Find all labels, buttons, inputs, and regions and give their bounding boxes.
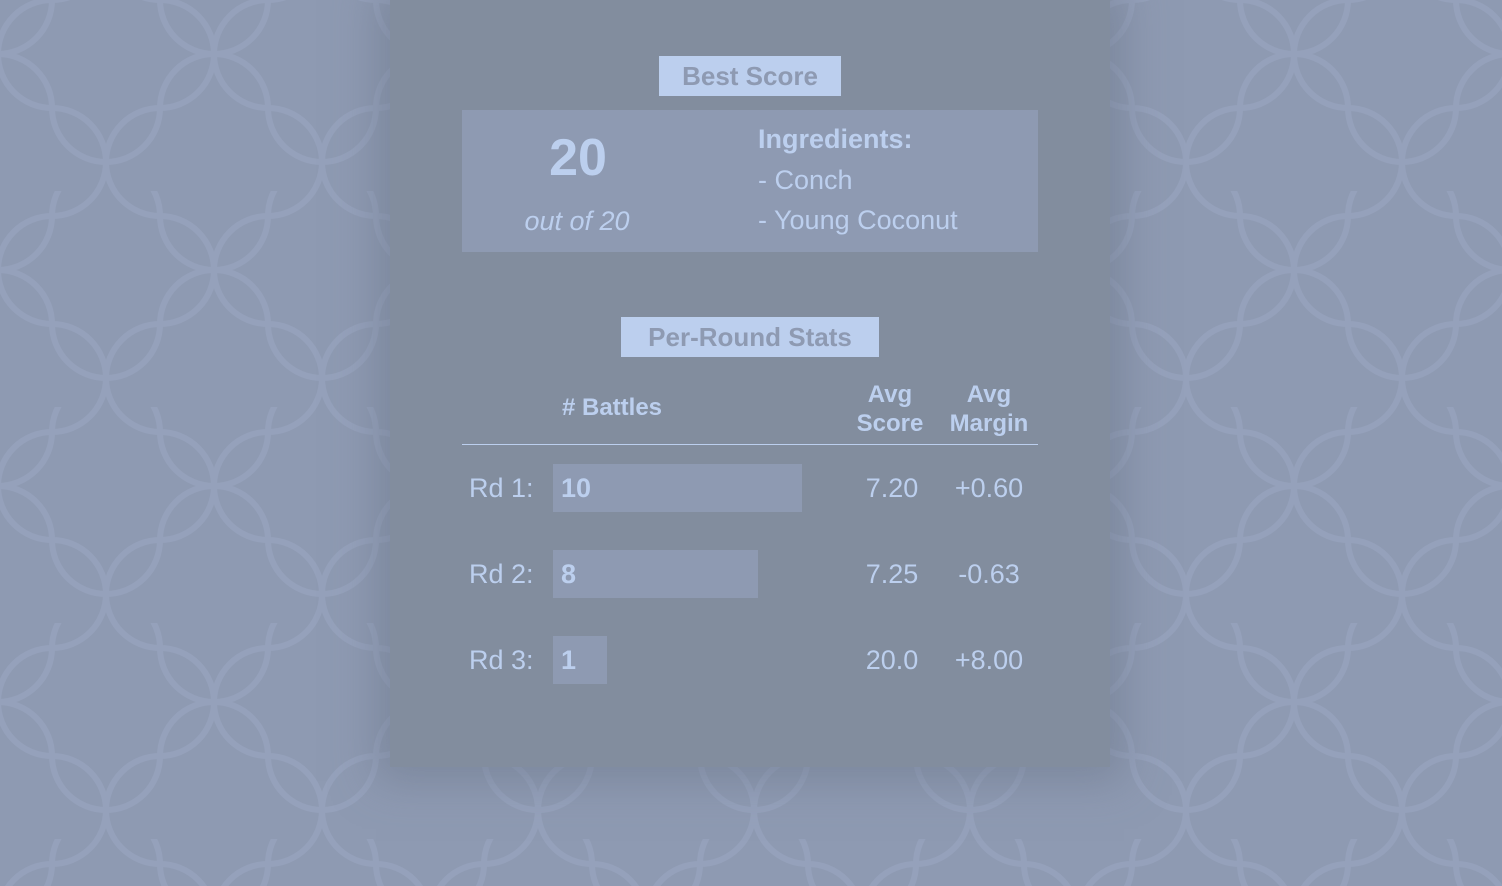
round-row: Rd 3: 1 20.0 +8.00 xyxy=(462,636,1038,684)
battles-value: 10 xyxy=(561,473,592,503)
round-label: Rd 1: xyxy=(469,473,534,503)
header-avg-score: Avg Score xyxy=(842,380,938,438)
ingredients-title: Ingredients: xyxy=(758,124,913,154)
avg-margin-value: -0.63 xyxy=(958,559,1020,589)
round-label: Rd 2: xyxy=(469,559,534,589)
avg-margin-value: +0.60 xyxy=(954,473,1024,503)
avg-score-value: 7.25 xyxy=(865,559,919,589)
avg-score-value: 20.0 xyxy=(865,645,919,675)
header-avg-score-line2: Score xyxy=(856,410,924,437)
ingredient-item: - Young Coconut xyxy=(758,205,958,235)
battles-value: 8 xyxy=(561,559,577,589)
avg-score-value: 7.20 xyxy=(865,473,919,503)
battles-bar xyxy=(553,550,758,598)
header-avg-score-line1: Avg xyxy=(867,381,913,408)
header-battles: # Battles xyxy=(561,394,663,421)
per-round-stats-label: Per-Round Stats xyxy=(621,317,879,357)
best-score-value: 20 xyxy=(549,129,607,187)
best-score-box: 20 out of 20 Ingredients: - Conch - Youn… xyxy=(462,110,1038,252)
avg-margin-value: +8.00 xyxy=(954,645,1024,675)
header-avg-margin-line1: Avg xyxy=(966,381,1012,408)
battles-value: 1 xyxy=(561,645,577,675)
round-row: Rd 1: 10 7.20 +0.60 xyxy=(462,464,1038,512)
round-label: Rd 3: xyxy=(469,645,534,675)
header-avg-margin: Avg Margin xyxy=(938,380,1040,438)
header-avg-margin-line2: Margin xyxy=(949,410,1029,437)
ingredient-item: - Conch xyxy=(758,165,853,195)
results-panel: Best Score 20 out of 20 Ingredients: - C… xyxy=(390,0,1110,767)
best-score-out-of: out of 20 xyxy=(524,206,630,236)
header-divider xyxy=(462,444,1038,445)
round-row: Rd 2: 8 7.25 -0.63 xyxy=(462,550,1038,598)
best-score-label: Best Score xyxy=(659,56,841,96)
